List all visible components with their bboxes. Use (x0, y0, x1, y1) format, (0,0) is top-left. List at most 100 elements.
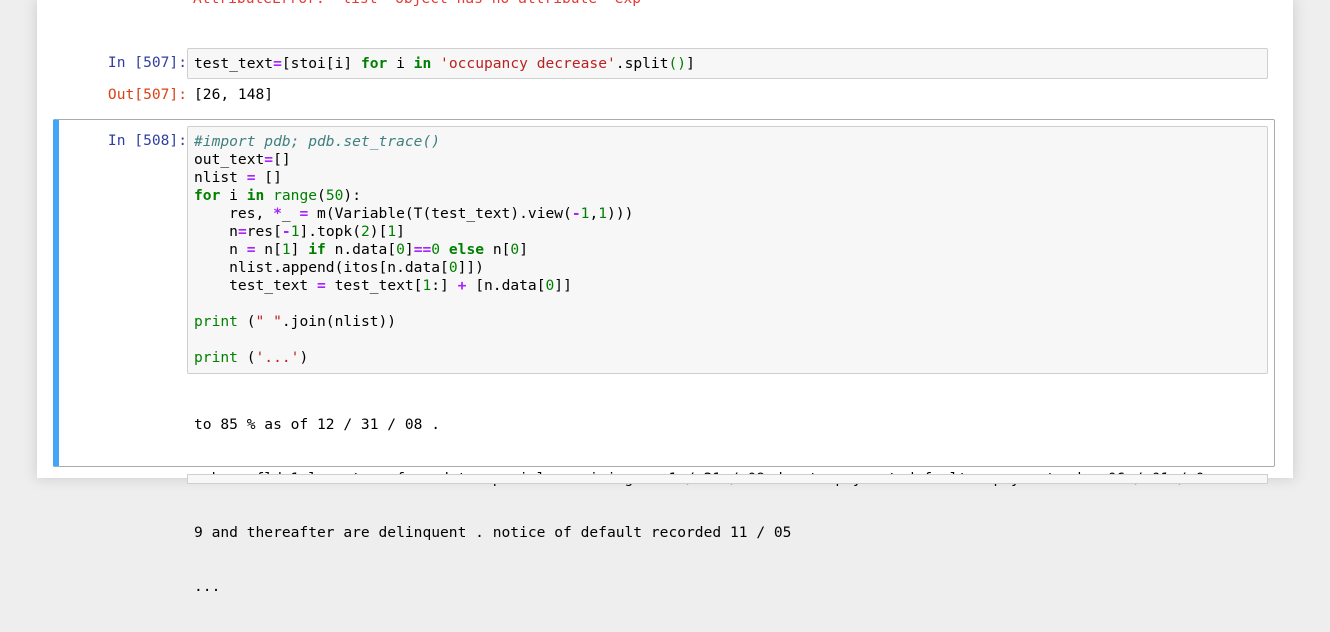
cell-507-output: [26, 148] (194, 86, 274, 103)
output-line: to 85 % as of 12 / 31 / 08 . (194, 416, 441, 433)
code-token: :] (431, 277, 458, 294)
code-token: 50 (325, 187, 344, 204)
code-token: m(Variable(T(test_text).view( (308, 205, 572, 222)
code-token: out_text (194, 151, 265, 168)
code-token: print (194, 313, 238, 330)
code-token: ] (519, 241, 528, 258)
code-token: () (668, 55, 687, 72)
code-token: 0 (510, 241, 520, 258)
code-token: " " (255, 313, 282, 330)
code-token: ] (396, 223, 405, 240)
next-cell-input[interactable] (187, 474, 1268, 484)
code-token: 1 (387, 223, 397, 240)
code-token: .split (615, 55, 669, 72)
code-token: i (387, 55, 414, 72)
code-token: for (194, 187, 221, 204)
notebook-container: AttributeError: 'list' object has no att… (37, 0, 1293, 595)
code-token: ] (290, 241, 309, 258)
code-line-11: print (" ".join(nlist)) (194, 313, 1261, 331)
code-token: 0 (396, 241, 405, 258)
code-token: n (194, 223, 238, 240)
code-line-7: n = n[1] if n.data[0]==0 else n[0] (194, 241, 1261, 259)
code-token: 1 (598, 205, 608, 222)
code-token: ) (299, 349, 309, 366)
code-token: n.data[ (325, 241, 397, 258)
code-token: )[ (369, 223, 388, 240)
code-line-8: nlist.append(itos[n.data[0]]) (194, 259, 1261, 277)
code-token: test_text (194, 277, 318, 294)
code-line-13: print ('...') (194, 349, 1261, 367)
code-token: = (246, 241, 256, 258)
cell-508-output: to 85 % as of 12 / 31 / 08 . xbos xfld 1… (194, 380, 1204, 632)
code-token: in (413, 55, 432, 72)
code-token: , (589, 205, 599, 222)
code-token: ))) (607, 205, 634, 222)
code-line-5: res, *_ = m(Variable(T(test_text).view(-… (194, 205, 1261, 223)
code-token: 1 (422, 277, 432, 294)
output-line: ... (194, 578, 221, 595)
code-token: = (264, 151, 274, 168)
code-cell-507-input[interactable]: test_text=[stoi[i] for i in 'occupancy d… (187, 48, 1268, 79)
code-token: ] (686, 55, 695, 72)
output-line: 9 and thereafter are delinquent . notice… (194, 524, 792, 541)
code-token: ( (317, 187, 326, 204)
code-line-9: test_text = test_text[1:] + [n.data[0]] (194, 277, 1261, 295)
code-line-6: n=res[-1].topk(2)[1] (194, 223, 1261, 241)
code-token: in (246, 187, 265, 204)
code-token: ]] (554, 277, 572, 294)
code-token: test_text[ (325, 277, 423, 294)
code-token: 0 (545, 277, 555, 294)
code-token: res[ (246, 223, 282, 240)
code-token: - (571, 205, 581, 222)
code-token: = (273, 55, 282, 72)
code-token: test_text (194, 55, 274, 72)
code-token: 'occupancy decrease' (440, 55, 616, 72)
previous-error-output: AttributeError: 'list' object has no att… (193, 0, 650, 8)
code-token: range (273, 187, 318, 204)
code-token: [] (273, 151, 291, 168)
code-token: ( (237, 313, 256, 330)
code-token: 1 (281, 241, 291, 258)
code-token: ] (404, 241, 414, 258)
code-token: i (220, 187, 247, 204)
code-token: _ (281, 205, 300, 222)
code-token: else (448, 241, 485, 258)
code-token: n[ (255, 241, 282, 258)
code-line-4: for i in range(50): (194, 187, 1261, 205)
code-token: [n.data[ (466, 277, 546, 294)
code-token: * (273, 205, 282, 222)
code-line-1: #import pdb; pdb.set_trace() (194, 133, 1261, 151)
code-token: ]]) (457, 259, 484, 276)
code-token: n (194, 241, 247, 258)
code-token: = (237, 223, 247, 240)
code-token: = (246, 169, 256, 186)
code-token: print (194, 349, 238, 366)
code-token: '...' (255, 349, 300, 366)
code-token: .join(nlist)) (281, 313, 397, 330)
code-token: 0 (431, 241, 441, 258)
code-token: n[ (484, 241, 511, 258)
code-token: [] (255, 169, 282, 186)
input-prompt-508: In [508]: (107, 132, 187, 149)
code-token: ].topk( (299, 223, 361, 240)
code-token: ( (237, 349, 256, 366)
code-token: 0 (448, 259, 458, 276)
code-token: for (360, 55, 388, 72)
code-cell-508-input[interactable]: #import pdb; pdb.set_trace() out_text=[] n… (187, 126, 1268, 374)
code-token: nlist.append(itos[n.data[ (194, 259, 449, 276)
code-token: == (413, 241, 432, 258)
code-token: [stoi[i] (281, 55, 361, 72)
code-line-2: out_text=[] (194, 151, 1261, 169)
code-token: - (281, 223, 291, 240)
input-prompt-507: In [507]: (107, 54, 187, 71)
code-token: 2 (361, 223, 370, 240)
output-prompt-507: Out[507]: (107, 86, 187, 103)
code-token: = (299, 205, 309, 222)
code-token: nlist (194, 169, 247, 186)
code-token: if (308, 241, 326, 258)
